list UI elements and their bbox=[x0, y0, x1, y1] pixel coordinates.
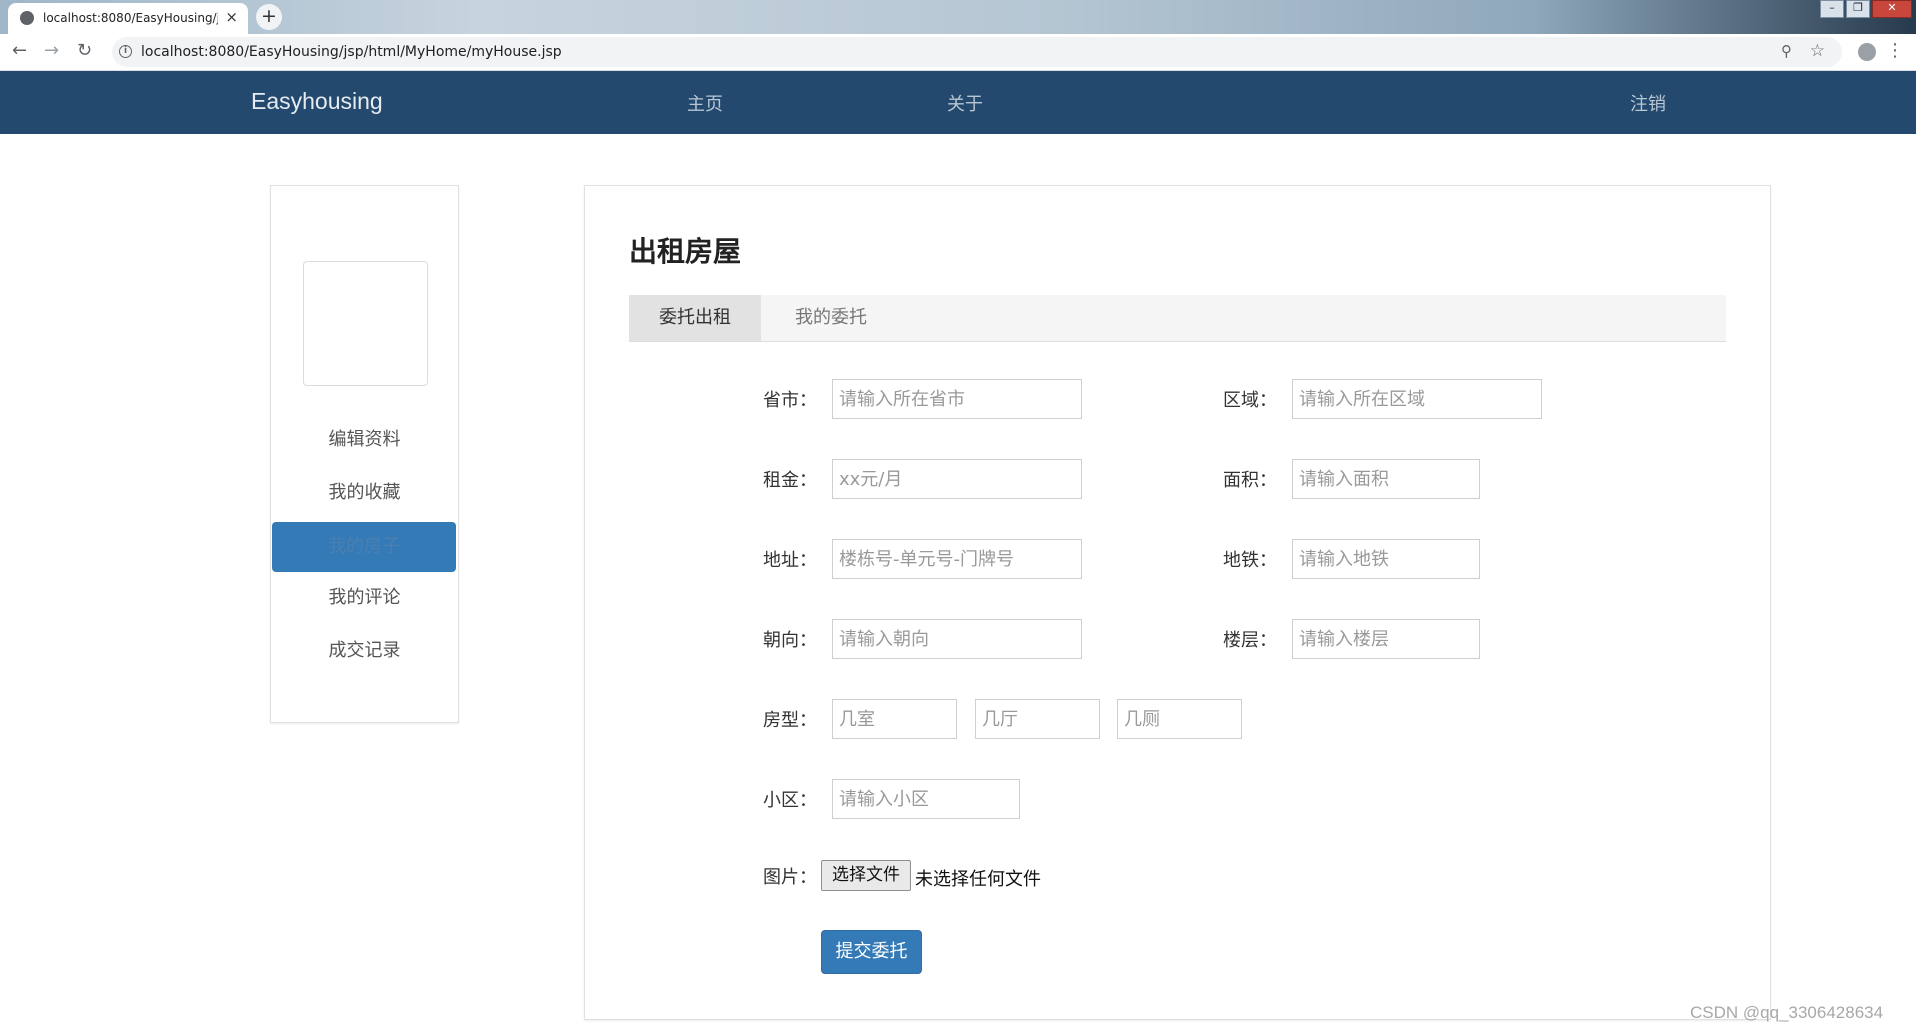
tab-entrust-rent[interactable]: 委托出租 bbox=[629, 295, 761, 341]
area-input[interactable] bbox=[1292, 459, 1480, 499]
orientation-input[interactable] bbox=[832, 619, 1082, 659]
submit-entrust-button[interactable]: 提交委托 bbox=[821, 930, 922, 974]
browser-tab[interactable]: localhost:8080/EasyHousing/js × bbox=[8, 3, 248, 34]
forward-icon[interactable]: → bbox=[44, 40, 59, 61]
community-input[interactable] bbox=[832, 779, 1020, 819]
nav-home[interactable]: 主页 bbox=[687, 90, 723, 116]
window-controls: – ❐ ✕ bbox=[1818, 0, 1912, 18]
province-label: 省市： bbox=[763, 390, 817, 411]
window-close-icon[interactable]: ✕ bbox=[1872, 0, 1912, 18]
more-menu-icon[interactable]: ⋮ bbox=[1886, 40, 1904, 61]
back-icon[interactable]: ← bbox=[12, 40, 27, 61]
csdn-watermark: CSDN @qq_3306428634 bbox=[1690, 1003, 1884, 1022]
site-navbar: Easyhousing 主页 关于 注销 bbox=[0, 71, 1916, 134]
subway-input[interactable] bbox=[1292, 539, 1480, 579]
info-icon[interactable]: i bbox=[119, 45, 132, 58]
profile-avatar-icon[interactable] bbox=[1858, 43, 1876, 61]
url-text[interactable]: localhost:8080/EasyHousing/jsp/html/MyHo… bbox=[141, 44, 562, 60]
address-label: 地址： bbox=[763, 550, 817, 571]
avatar bbox=[303, 261, 428, 386]
sidebar-item-my-comments[interactable]: 我的评论 bbox=[271, 573, 458, 623]
tab-my-entrust[interactable]: 我的委托 bbox=[761, 295, 901, 341]
nav-logout[interactable]: 注销 bbox=[1630, 90, 1666, 116]
browser-tab-strip: localhost:8080/EasyHousing/js × + – ❐ ✕ bbox=[0, 0, 1916, 34]
floor-input[interactable] bbox=[1292, 619, 1480, 659]
nav-about[interactable]: 关于 bbox=[947, 90, 983, 116]
zoom-icon[interactable]: ⚲ bbox=[1781, 42, 1792, 60]
province-input[interactable] bbox=[832, 379, 1082, 419]
bookmark-star-icon[interactable]: ☆ bbox=[1810, 41, 1825, 61]
subway-label: 地铁： bbox=[1223, 550, 1277, 571]
area-label: 面积： bbox=[1223, 470, 1277, 491]
halls-input[interactable] bbox=[975, 699, 1100, 739]
sidebar-item-edit-profile[interactable]: 编辑资料 bbox=[271, 415, 458, 465]
sidebar-item-transactions[interactable]: 成交记录 bbox=[271, 626, 458, 676]
choose-file-button[interactable]: 选择文件 bbox=[821, 860, 911, 891]
layout-label: 房型： bbox=[763, 710, 817, 731]
file-status-text: 未选择任何文件 bbox=[915, 869, 1041, 890]
restore-icon[interactable]: ❐ bbox=[1846, 0, 1870, 18]
new-tab-button[interactable]: + bbox=[256, 4, 282, 30]
page-title: 出租房屋 bbox=[629, 235, 742, 268]
sidebar-item-my-house[interactable]: 我的房子 bbox=[272, 522, 456, 572]
image-label: 图片： bbox=[763, 867, 817, 888]
address-bar[interactable]: i localhost:8080/EasyHousing/jsp/html/My… bbox=[112, 37, 1842, 67]
panel-tabs: 委托出租 我的委托 bbox=[629, 295, 1726, 342]
globe-icon bbox=[20, 11, 34, 25]
brand-logo[interactable]: Easyhousing bbox=[251, 88, 383, 115]
address-input[interactable] bbox=[832, 539, 1082, 579]
tab-title: localhost:8080/EasyHousing/js bbox=[43, 11, 218, 25]
district-label: 区域： bbox=[1223, 390, 1277, 411]
orientation-label: 朝向： bbox=[763, 630, 817, 651]
community-label: 小区： bbox=[763, 790, 817, 811]
user-sidebar: 编辑资料 我的收藏 我的房子 我的评论 成交记录 bbox=[270, 185, 459, 723]
rent-house-panel: 出租房屋 委托出租 我的委托 省市： 区域： 租金： 面积： 地址： 地铁： 朝… bbox=[584, 185, 1771, 1020]
rent-input[interactable] bbox=[832, 459, 1082, 499]
browser-toolbar: ← → ↻ i localhost:8080/EasyHousing/jsp/h… bbox=[0, 34, 1916, 71]
reload-icon[interactable]: ↻ bbox=[77, 40, 92, 61]
floor-label: 楼层： bbox=[1223, 630, 1277, 651]
district-input[interactable] bbox=[1292, 379, 1542, 419]
rent-label: 租金： bbox=[763, 470, 817, 491]
sidebar-item-favorites[interactable]: 我的收藏 bbox=[271, 468, 458, 518]
close-tab-icon[interactable]: × bbox=[225, 8, 238, 26]
minimize-icon[interactable]: – bbox=[1820, 0, 1844, 18]
rooms-input[interactable] bbox=[832, 699, 957, 739]
baths-input[interactable] bbox=[1117, 699, 1242, 739]
